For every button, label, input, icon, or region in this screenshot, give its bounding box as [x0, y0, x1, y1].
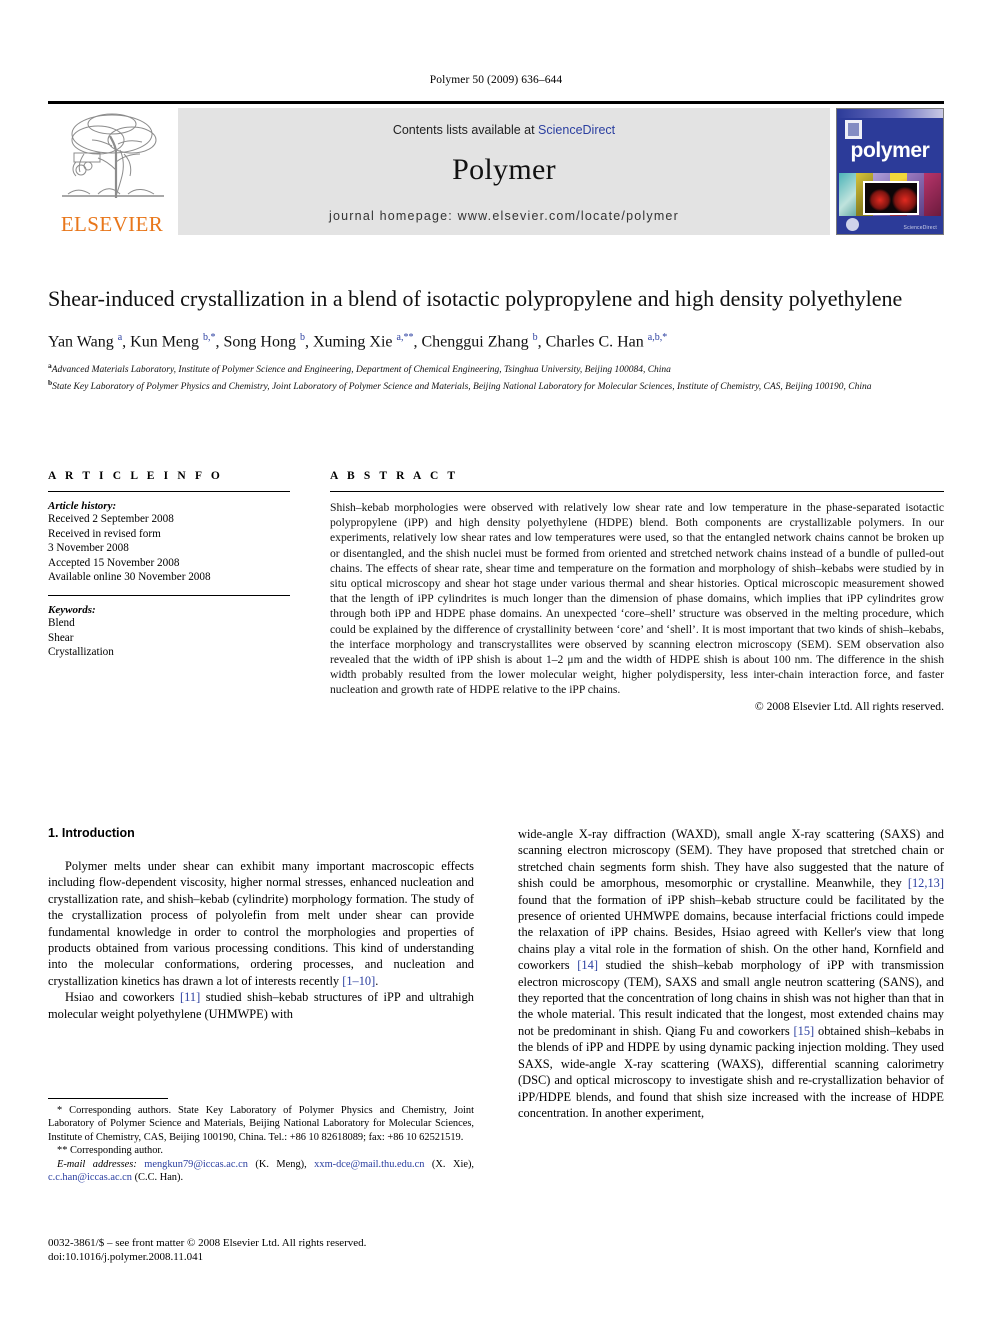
keyword-item: Blend	[48, 616, 75, 629]
elsevier-logo: ELSEVIER	[48, 108, 174, 235]
citation-ref[interactable]: [14]	[577, 958, 598, 972]
history-item: Available online 30 November 2008	[48, 571, 211, 584]
article-history-label: Article history:	[48, 500, 117, 512]
intro-p2-text-a: Hsiao and coworkers	[65, 990, 181, 1005]
email-owner-1: (K. Meng),	[247, 1158, 315, 1170]
page-title: Shear-induced crystallization in a blend…	[48, 286, 903, 311]
affiliation-a: aAdvanced Materials Laboratory, Institut…	[48, 361, 671, 376]
citation-ref[interactable]: [11]	[180, 990, 200, 1004]
abstract-copyright: © 2008 Elsevier Ltd. All rights reserved…	[754, 699, 944, 713]
affiliation-a-text: Advanced Materials Laboratory, Institute…	[51, 365, 671, 376]
keyword-item: Shear	[48, 631, 74, 644]
affiliation-b: bState Key Laboratory of Polymer Physics…	[48, 377, 872, 393]
footnote-block: * Corresponding authors. State Key Labor…	[48, 1098, 474, 1184]
section-heading-introduction: 1. Introduction	[48, 826, 135, 840]
cover-footer-bar: ScienceDirect	[837, 216, 943, 234]
cover-inset-micrograph	[863, 181, 919, 215]
imprint-block: 0032-3861/$ – see front matter © 2008 El…	[48, 1236, 474, 1264]
cover-elsevier-mark-icon	[845, 120, 862, 139]
footnote-corresponding-authors: * Corresponding authors. State Key Labor…	[48, 1105, 474, 1143]
intro-paragraph-3: wide-angle X-ray diffraction (WAXD), sma…	[518, 826, 944, 1121]
body-column-right: wide-angle X-ray diffraction (WAXD), sma…	[518, 826, 944, 1121]
elsevier-wordmark: ELSEVIER	[60, 212, 164, 236]
email-link-3[interactable]: c.c.han@iccas.ac.cn	[48, 1172, 132, 1183]
abstract-text: Shish–kebab morphologies were observed w…	[330, 501, 944, 697]
history-item: Accepted 15 November 2008	[48, 556, 180, 569]
masthead-top-rule	[48, 101, 944, 104]
cover-seal-icon	[846, 218, 859, 231]
abstract-heading: A B S T R A C T	[330, 470, 459, 482]
abstract-rule	[330, 491, 944, 492]
journal-homepage-link[interactable]: journal homepage: www.elsevier.com/locat…	[178, 209, 830, 223]
footnote-rule	[48, 1098, 168, 1099]
journal-masthead: ELSEVIER Contents lists available at Sci…	[48, 101, 944, 235]
intro-p1-end: .	[375, 973, 379, 988]
article-info-heading: A R T I C L E I N F O	[48, 470, 223, 482]
email-owner-3: (C.C. Han).	[131, 1172, 184, 1184]
intro-paragraph-1: Polymer melts under shear can exhibit ma…	[48, 858, 474, 989]
article-info-rule	[48, 491, 290, 492]
masthead-banner: Contents lists available at ScienceDirec…	[178, 108, 830, 235]
citation-ref[interactable]: [12,13]	[908, 876, 944, 890]
citation-ref[interactable]: [1–10]	[342, 974, 375, 988]
abstract-column: A B S T R A C T Shish–kebab morphologies…	[330, 470, 944, 713]
email-addresses-label: E-mail addresses:	[57, 1158, 137, 1170]
intro-paragraph-2: Hsiao and coworkers [11] studied shish–k…	[48, 989, 474, 1022]
cover-footer-text: ScienceDirect	[903, 225, 937, 231]
keywords-label: Keywords:	[48, 603, 96, 616]
citation-ref[interactable]: [15]	[794, 1024, 815, 1038]
footnote-emails: E-mail addresses: mengkun79@iccas.ac.cn …	[48, 1158, 474, 1185]
cover-journal-title: polymer	[850, 139, 930, 162]
email-link-2[interactable]: xxm-dce@mail.thu.edu.cn	[314, 1159, 424, 1170]
title-block: Shear-induced crystallization in a blend…	[48, 284, 944, 394]
affiliations: aAdvanced Materials Laboratory, Institut…	[48, 360, 944, 393]
running-head: Polymer 50 (2009) 636–644	[429, 74, 563, 86]
issn-line: 0032-3861/$ – see front matter © 2008 El…	[48, 1237, 367, 1249]
sciencedirect-link[interactable]: ScienceDirect	[538, 123, 615, 137]
history-item: Received 2 September 2008	[48, 513, 174, 525]
email-link-1[interactable]: mengkun79@iccas.ac.cn	[144, 1159, 248, 1170]
keywords-rule	[48, 594, 290, 596]
contents-prefix: Contents lists available at	[392, 123, 539, 137]
history-item: 3 November 2008	[48, 542, 129, 555]
info-abstract-section: A R T I C L E I N F O Article history: R…	[48, 470, 944, 713]
intro-p3-text-a: wide-angle X-ray diffraction (WAXD), sma…	[518, 827, 944, 891]
affiliation-b-text: State Key Laboratory of Polymer Physics …	[52, 382, 872, 393]
author-list: Yan Wang a, Kun Meng b,*, Song Hong b, X…	[48, 332, 668, 351]
doi-line: doi:10.1016/j.polymer.2008.11.041	[48, 1251, 204, 1263]
keyword-item: Crystallization	[48, 646, 114, 659]
article-page: Polymer 50 (2009) 636–644 ELSEVIER Conte…	[0, 0, 992, 1323]
body-columns: 1. Introduction Polymer melts under shea…	[48, 826, 944, 1121]
cover-top-gradient	[837, 109, 943, 118]
contents-available-line: Contents lists available at ScienceDirec…	[178, 123, 830, 137]
footnote-corresponding-author-2: ** Corresponding author.	[57, 1145, 163, 1157]
body-column-left: 1. Introduction Polymer melts under shea…	[48, 826, 474, 1121]
email-owner-2: (X. Xie),	[424, 1158, 475, 1170]
intro-p3-text-d: obtained shish–kebabs in the blends of i…	[518, 1023, 944, 1120]
journal-cover-thumbnail: polymer ScienceDirect	[836, 108, 944, 235]
article-info-column: A R T I C L E I N F O Article history: R…	[48, 470, 290, 713]
journal-title: Polymer	[452, 153, 556, 186]
intro-p1-text: Polymer melts under shear can exhibit ma…	[48, 859, 474, 988]
elsevier-tree-icon	[54, 110, 172, 206]
history-item: Received in revised form	[48, 527, 161, 540]
